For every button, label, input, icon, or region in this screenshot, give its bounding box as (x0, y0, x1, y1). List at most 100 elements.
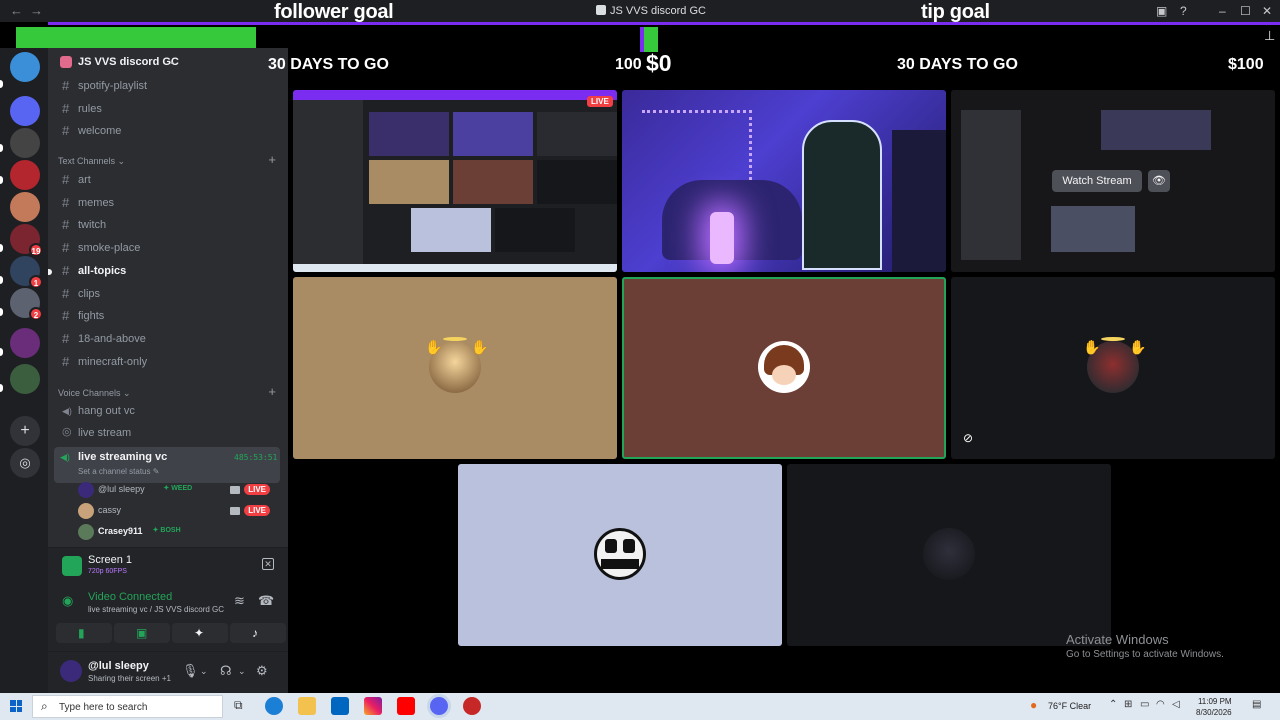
member-name: cassy (98, 505, 122, 515)
battery-icon[interactable]: ▭ (1140, 699, 1149, 710)
taskbar-search[interactable]: ⌕ Type here to search (32, 695, 223, 718)
roblox-icon[interactable] (463, 697, 481, 715)
weather-text[interactable]: 76°F Clear (1048, 701, 1091, 711)
channel-spotify-playlist[interactable]: # spotify-playlist (58, 76, 280, 97)
speaker-icon: ◀) (62, 406, 72, 416)
channel-minecraft-only[interactable]: # minecraft-only (58, 352, 280, 373)
noise-suppression-icon[interactable]: ≋ (234, 593, 245, 609)
channel-fights[interactable]: # fights (58, 306, 280, 327)
mention-badge: 1 (29, 275, 43, 289)
screen-share-quality: 720p 60FPS (88, 568, 127, 575)
goal-top-line (48, 22, 1280, 25)
camera-button[interactable]: ▮ (56, 623, 112, 643)
maximize-button[interactable]: ☐ (1240, 4, 1251, 18)
channel-all-topics[interactable]: # all-topics (48, 261, 280, 282)
stop-share-icon[interactable]: ✕ (262, 558, 274, 570)
tip-target: $100 (1228, 56, 1264, 73)
stream-tile-screen-share[interactable]: LIVE (293, 90, 617, 272)
nested-title-bar (293, 90, 617, 100)
channel-smoke-place[interactable]: # smoke-place (58, 238, 280, 259)
chevron-down-icon[interactable]: ⌄ (200, 666, 208, 677)
instagram-icon[interactable] (364, 697, 382, 715)
edge-icon[interactable] (265, 697, 283, 715)
microphone-icon[interactable]: 🎙︎ (182, 663, 199, 679)
user-tile-3[interactable]: ✋ ✋ ⊘ (951, 277, 1275, 459)
add-channel-icon[interactable]: + (268, 384, 276, 399)
server-icon[interactable]: 1 (10, 256, 43, 289)
disconnect-icon[interactable]: ☎ (258, 593, 274, 609)
channel-art[interactable]: # art (58, 170, 280, 191)
forward-arrow-icon[interactable]: → (30, 3, 43, 18)
discord-icon[interactable] (430, 697, 448, 715)
channel-clips[interactable]: # clips (58, 284, 280, 305)
youtube-icon[interactable] (397, 697, 415, 715)
nested-tile (369, 112, 449, 156)
server-icon[interactable] (10, 128, 40, 158)
user-name[interactable]: @lul sleepy (88, 660, 149, 672)
store-icon[interactable] (331, 697, 349, 715)
watch-stream-button[interactable]: Watch Stream (1052, 170, 1142, 192)
server-icon[interactable] (10, 328, 40, 358)
taskbar: ⌕ Type here to search ⧉ ● 76°F Clear ⌃ ⊞… (0, 693, 1280, 720)
file-explorer-icon[interactable] (298, 697, 316, 715)
stream-tile-camera[interactable] (622, 90, 946, 272)
channel-twitch[interactable]: # twitch (58, 215, 280, 236)
search-icon: ⌕ (41, 699, 48, 713)
eye-icon[interactable]: 👁︎ (1148, 170, 1170, 192)
server-icon[interactable] (10, 160, 40, 190)
server-name: JS VVS discord GC (78, 56, 179, 68)
server-icon[interactable] (10, 364, 40, 394)
task-view-icon[interactable]: ⧉ (234, 698, 243, 713)
back-arrow-icon[interactable]: ← (10, 3, 23, 18)
channel-18-and-above[interactable]: #18-and-above (58, 329, 280, 350)
user-tile-4[interactable] (458, 464, 782, 646)
activities-button[interactable]: ✦ (172, 623, 228, 643)
voice-member[interactable]: Crasey911 ✦ BOSH (78, 522, 280, 542)
soundboard-button[interactable]: ♪ (230, 623, 286, 643)
gear-icon[interactable]: ⚙ (256, 663, 268, 679)
share-screen-button[interactable]: ▣ (114, 623, 170, 643)
server-icon[interactable]: 19 (10, 224, 43, 257)
voice-member[interactable]: @lul sleepy ✦ WEED LIVE (78, 480, 280, 500)
chevron-down-icon[interactable]: ⌄ (238, 666, 246, 677)
avatar[interactable] (60, 660, 82, 682)
channel-memes[interactable]: # memes (58, 193, 280, 214)
voice-channels-category[interactable]: Voice Channels ⌄ (58, 388, 131, 399)
voice-location[interactable]: live streaming vc / JS VVS discord GC (88, 605, 224, 614)
headphones-icon[interactable]: ☊ (220, 663, 232, 679)
help-icon[interactable]: ? (1180, 4, 1187, 18)
user-tile-5[interactable] (787, 464, 1111, 646)
voice-connected-status[interactable]: Video Connected (88, 591, 172, 603)
text-channels-category[interactable]: Text Channels ⌄ (58, 156, 125, 167)
channel-rules[interactable]: # rules (58, 99, 280, 120)
server-header[interactable]: JS VVS discord GC ⌄ (48, 48, 288, 76)
chevron-up-icon[interactable]: ⌃ (1109, 699, 1117, 710)
network-icon[interactable]: ⊞ (1124, 699, 1132, 710)
channel-hang out vc[interactable]: ◀) hang out vc (58, 401, 280, 422)
add-channel-icon[interactable]: + (268, 152, 276, 167)
inbox-icon[interactable]: ▣ (1156, 4, 1167, 18)
clock[interactable]: 11:09 PM 8/30/2026 (1196, 696, 1232, 718)
volume-icon[interactable]: ◁ (1172, 699, 1180, 710)
minimize-button[interactable]: – (1219, 4, 1226, 18)
compass-icon[interactable]: ◎ (10, 448, 40, 478)
weather-icon: ● (1030, 698, 1038, 712)
wifi-icon[interactable]: ◠ (1156, 699, 1165, 710)
member-tag: ✦ WEED (163, 485, 193, 492)
server-icon[interactable]: 2 (10, 288, 43, 321)
user-tile-2-speaking[interactable] (622, 277, 946, 459)
add-server-icon[interactable]: + (10, 416, 40, 446)
windows-start-icon[interactable] (10, 700, 22, 712)
server-icon[interactable] (10, 96, 40, 126)
server-icon[interactable] (10, 192, 40, 222)
server-icon[interactable] (10, 52, 40, 82)
camera-off-icon: ⊘ (963, 431, 974, 445)
notification-icon[interactable]: ▤ (1252, 699, 1261, 710)
active-voice-channel[interactable]: ◀) live streaming vc 485:53:51 Set a channe… (54, 447, 280, 483)
close-button[interactable]: ✕ (1262, 4, 1272, 18)
user-tile-1[interactable]: ✋ ✋ (293, 277, 617, 459)
channel-live stream[interactable]: ◎ live stream (58, 423, 280, 444)
channel-status[interactable]: Set a channel status ✎ (78, 467, 159, 476)
voice-member[interactable]: cassy LIVE (78, 501, 280, 521)
channel-welcome[interactable]: # welcome (58, 121, 280, 142)
